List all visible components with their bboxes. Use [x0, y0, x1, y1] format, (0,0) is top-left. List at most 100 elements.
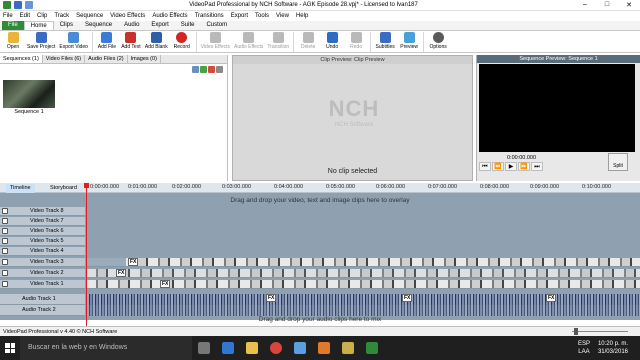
menu-edit[interactable]: Edit — [20, 13, 30, 19]
track-control-icon[interactable] — [2, 238, 8, 244]
video-track-8-header[interactable]: Video Track 8 — [0, 207, 85, 216]
sequence-thumbnail[interactable] — [3, 80, 55, 108]
options-button[interactable]: Options — [428, 31, 448, 50]
video-track-1-header[interactable]: Video Track 1 — [0, 280, 85, 289]
tab-images[interactable]: Images (0) — [128, 55, 161, 63]
undo-quick-icon[interactable] — [25, 1, 33, 9]
close-button[interactable]: ✕ — [618, 1, 640, 9]
video-track-3-header[interactable]: Video Track 3 — [0, 258, 85, 267]
video-clip[interactable] — [86, 269, 640, 277]
audio-effects-button[interactable]: Audio Effects — [234, 31, 263, 50]
add-file-button[interactable]: Add File — [97, 31, 117, 50]
settings-icon[interactable] — [288, 336, 312, 360]
menu-tools[interactable]: Tools — [255, 13, 269, 19]
remove-icon[interactable] — [208, 65, 215, 73]
fx-badge[interactable]: FX — [546, 294, 557, 302]
clock[interactable]: 10:20 p. m. 31/03/2016 — [598, 340, 628, 356]
track-control-icon[interactable] — [2, 218, 8, 224]
maximize-button[interactable]: □ — [596, 1, 618, 9]
fx-badge[interactable]: FX — [116, 269, 127, 277]
videopad-taskbar-icon[interactable] — [360, 336, 384, 360]
menu-sequence[interactable]: Sequence — [76, 13, 103, 19]
preview-button[interactable]: Preview — [399, 31, 419, 50]
video-track-3-lane[interactable]: FX — [86, 258, 640, 267]
minimize-button[interactable]: – — [574, 1, 596, 9]
language-indicator[interactable]: ESP LAA — [578, 340, 590, 356]
tab-video-files[interactable]: Video Files (6) — [43, 55, 86, 63]
video-clip[interactable] — [126, 258, 640, 266]
menu-audio-effects[interactable]: Audio Effects — [152, 13, 187, 19]
taskbar-search[interactable]: Buscar en la web y en Windows — [20, 336, 192, 360]
open-button[interactable]: Open — [3, 31, 23, 50]
subtitles-button[interactable]: Subtitles — [375, 31, 395, 50]
fx-badge[interactable]: FX — [128, 258, 139, 266]
tab-storyboard[interactable]: Storyboard — [46, 184, 81, 193]
edge-icon[interactable] — [216, 336, 240, 360]
tab-sequence[interactable]: Sequence — [79, 21, 118, 30]
track-control-icon[interactable] — [2, 208, 8, 214]
video-track-5-header[interactable]: Video Track 5 — [0, 237, 85, 246]
task-view-icon[interactable] — [192, 336, 216, 360]
video-track-6-header[interactable]: Video Track 6 — [0, 227, 85, 236]
track-control-icon[interactable] — [2, 228, 8, 234]
video-effects-button[interactable]: Video Effects — [201, 31, 230, 50]
tab-home[interactable]: Home — [23, 21, 54, 30]
video-track-7-header[interactable]: Video Track 7 — [0, 217, 85, 226]
audio-track-2-header[interactable]: Audio Track 2 — [0, 305, 85, 316]
delete-button[interactable]: Delete — [298, 31, 318, 50]
zoom-slider[interactable] — [562, 328, 632, 335]
track-control-icon[interactable] — [2, 248, 8, 254]
chrome-icon[interactable] — [264, 336, 288, 360]
add-blank-button[interactable]: Add Blank — [145, 31, 168, 50]
track-control-icon[interactable] — [2, 270, 8, 276]
tab-sequences[interactable]: Sequences (1) — [0, 55, 43, 63]
fx-badge[interactable]: FX — [160, 280, 171, 288]
video-track-4-header[interactable]: Video Track 4 — [0, 247, 85, 256]
menu-track[interactable]: Track — [54, 13, 69, 19]
explorer-icon[interactable] — [240, 336, 264, 360]
add-text-button[interactable]: Add Text — [121, 31, 141, 50]
properties-icon[interactable] — [216, 65, 223, 73]
playhead[interactable] — [86, 183, 87, 326]
video-track-2-lane[interactable]: FX — [86, 269, 640, 278]
redo-button[interactable]: Redo — [346, 31, 366, 50]
tab-custom[interactable]: Custom — [200, 21, 233, 30]
tab-audio-files[interactable]: Audio Files (2) — [85, 55, 128, 63]
video-track-2-header[interactable]: Video Track 2 — [0, 269, 85, 278]
menu-view[interactable]: View — [276, 13, 289, 19]
start-button[interactable] — [0, 336, 20, 360]
video-track-1-lane[interactable]: FX — [86, 280, 640, 289]
transition-button[interactable]: Transition — [267, 31, 289, 50]
forward-button[interactable]: ⏩ — [518, 162, 530, 171]
save-project-button[interactable]: Save Project — [27, 31, 55, 50]
record-button[interactable]: Record — [172, 31, 192, 50]
tab-clips[interactable]: Clips — [54, 21, 79, 30]
split-button[interactable]: Split — [608, 153, 628, 171]
menu-transitions[interactable]: Transitions — [195, 13, 224, 19]
tab-suite[interactable]: Suite — [175, 21, 201, 30]
audio-track-1-header[interactable]: Audio Track 1 — [0, 294, 85, 305]
audio-track-1-waveform[interactable]: FX FX FX — [86, 294, 640, 305]
tab-timeline[interactable]: Timeline — [6, 184, 35, 193]
play-button[interactable]: ▶ — [505, 162, 517, 171]
menu-file[interactable]: File — [3, 13, 13, 19]
audio-track-2-waveform[interactable] — [86, 305, 640, 316]
menu-export[interactable]: Export — [231, 13, 248, 19]
track-control-icon[interactable] — [2, 259, 8, 265]
undo-button[interactable]: Undo — [322, 31, 342, 50]
sequence-video-screen[interactable] — [479, 64, 635, 152]
menu-video-effects[interactable]: Video Effects — [110, 13, 145, 19]
view-mode-icon[interactable] — [192, 65, 199, 73]
menu-clip[interactable]: Clip — [37, 13, 47, 19]
fx-badge[interactable]: FX — [266, 294, 277, 302]
add-sequence-icon[interactable] — [200, 65, 207, 73]
skip-end-button[interactable]: ⏭ — [531, 162, 543, 171]
save-quick-icon[interactable] — [14, 1, 22, 9]
tab-audio[interactable]: Audio — [118, 21, 145, 30]
track-control-icon[interactable] — [2, 281, 8, 287]
fx-badge[interactable]: FX — [402, 294, 413, 302]
rewind-button[interactable]: ⏪ — [492, 162, 504, 171]
zoom-thumb[interactable] — [574, 328, 578, 335]
tab-export[interactable]: Export — [145, 21, 174, 30]
star-icon[interactable] — [336, 336, 360, 360]
